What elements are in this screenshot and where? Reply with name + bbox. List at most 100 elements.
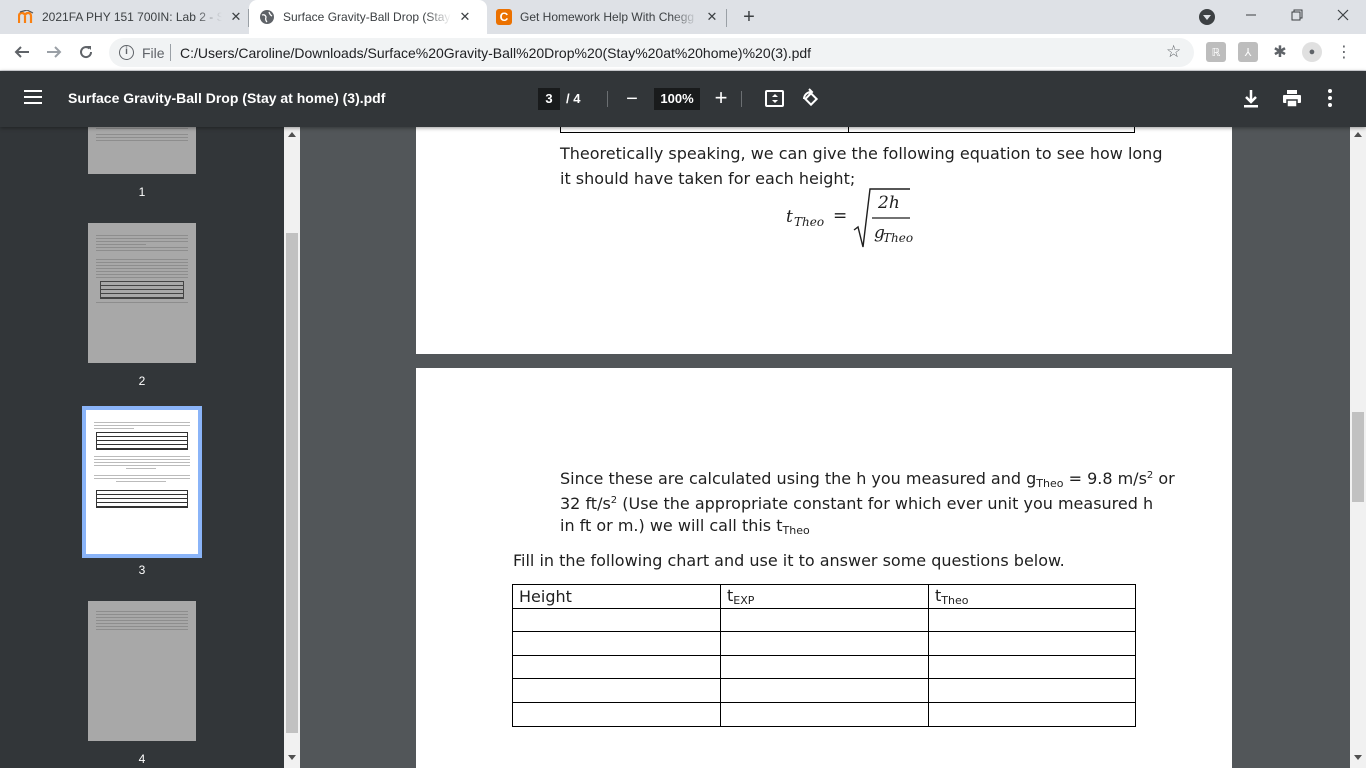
page4-paragraph-line: 32 ft/s2 (Use the appropriate constant f…	[560, 488, 1153, 516]
extension-r-icon[interactable]: ℝ	[1206, 42, 1226, 62]
new-tab-button[interactable]: +	[738, 6, 760, 28]
tab-search-icon[interactable]	[1199, 9, 1215, 25]
table-cell	[928, 701, 1136, 727]
text-run: or	[1153, 469, 1175, 488]
pdf-page-4: Since these are calculated using the h y…	[416, 368, 1232, 768]
thumbnail-number: 1	[138, 185, 146, 199]
equation-lhs-subscript: Theo	[794, 215, 825, 229]
globe-icon	[259, 9, 275, 25]
header-height: Height	[512, 584, 721, 609]
document-title: Surface Gravity-Ball Drop (Stay at home)…	[68, 90, 386, 106]
tab-title: Surface Gravity-Ball Drop (Stay at	[283, 10, 451, 24]
sidebar-menu-icon[interactable]	[24, 90, 42, 106]
rotate-counterclockwise-icon[interactable]	[800, 88, 822, 110]
table-cell	[928, 678, 1136, 703]
tab-chegg[interactable]: C Get Homework Help With Chegg ✕	[496, 0, 724, 34]
thumbnail-number: 2	[138, 374, 146, 388]
thumbnail-sidebar: 1 2 3 4	[0, 127, 284, 768]
equation-numerator: 2h	[878, 193, 900, 213]
scrollbar-thumb[interactable]	[286, 233, 298, 733]
divider	[607, 91, 608, 107]
pdf-page-3: Theoretically speaking, we can give the …	[416, 127, 1232, 354]
tab-moodle-lab[interactable]: 2021FA PHY 151 700IN: Lab 2 - S ✕	[18, 0, 248, 34]
print-icon[interactable]	[1282, 89, 1302, 109]
minimize-icon[interactable]	[1228, 0, 1274, 30]
table-row	[512, 701, 1136, 727]
text-run: (Use the appropriate constant for which …	[617, 494, 1154, 513]
close-tab-icon[interactable]: ✕	[704, 9, 720, 25]
more-actions-icon[interactable]	[1328, 89, 1334, 107]
thumbnail-page-3-selected[interactable]	[82, 406, 202, 558]
table-cell	[720, 654, 929, 680]
text-run: Since these are calculated using the h y…	[560, 469, 1037, 488]
tab-separator	[726, 9, 727, 27]
close-tab-icon[interactable]: ✕	[457, 9, 473, 25]
close-tab-icon[interactable]: ✕	[228, 9, 244, 25]
header-text: Height	[519, 586, 572, 606]
chrome-menu-icon[interactable]: ⋮	[1334, 42, 1354, 62]
table-cell	[720, 607, 929, 633]
sidebar-scrollbar[interactable]	[284, 127, 300, 768]
scroll-down-arrow-icon[interactable]	[1354, 755, 1362, 760]
document-viewport: Theoretically speaking, we can give the …	[300, 127, 1350, 768]
table-cell	[720, 701, 929, 727]
thumbnail-page-1[interactable]	[88, 127, 196, 174]
zoom-out-button[interactable]: −	[622, 87, 642, 111]
page3-paragraph-line: Theoretically speaking, we can give the …	[560, 144, 1163, 163]
previous-table-bottom	[560, 127, 1135, 133]
scroll-up-arrow-icon[interactable]	[288, 132, 296, 137]
fit-to-page-icon[interactable]	[765, 90, 784, 107]
extensions-puzzle-icon[interactable]: ✱	[1270, 42, 1290, 62]
table-row	[512, 678, 1136, 703]
table-cell	[512, 631, 721, 656]
browser-toolbar: i File C:/Users/Caroline/Downloads/Surfa…	[0, 34, 1366, 71]
zoom-in-button[interactable]: +	[711, 86, 731, 110]
page-number-input[interactable]: 3	[538, 88, 560, 110]
zoom-level-input[interactable]: 100%	[654, 88, 700, 110]
bookmark-star-icon[interactable]: ☆	[1166, 42, 1181, 62]
page4-paragraph-line: in ft or m.) we will call this tTheo	[560, 513, 810, 543]
thumbnail-number: 3	[138, 563, 146, 577]
scroll-up-arrow-icon[interactable]	[1354, 132, 1362, 137]
tab-pdf-active[interactable]: Surface Gravity-Ball Drop (Stay at ✕	[249, 0, 487, 34]
forward-arrow-icon[interactable]	[42, 40, 66, 64]
subscript: Theo	[782, 524, 810, 537]
text-run: 32 ft/s	[560, 494, 611, 513]
table-row	[512, 607, 1136, 633]
header-t-exp: tEXP	[720, 584, 929, 609]
divider	[741, 91, 742, 107]
extension-pdf-icon[interactable]: ⅄	[1238, 42, 1258, 62]
file-scheme-label: File	[142, 45, 165, 61]
table-cell	[720, 631, 929, 656]
reload-icon[interactable]	[74, 40, 98, 64]
browser-window: 2021FA PHY 151 700IN: Lab 2 - S ✕ Surfac…	[0, 0, 1366, 768]
download-icon[interactable]	[1242, 89, 1260, 109]
info-icon[interactable]: i	[119, 45, 134, 60]
scroll-down-arrow-icon[interactable]	[288, 755, 296, 760]
equation-denominator-subscript: Theo	[883, 231, 914, 245]
theoretical-time-equation: t Theo = 2h g Theo	[786, 185, 916, 253]
table-cell	[720, 678, 929, 703]
thumbnail-page-2[interactable]	[88, 223, 196, 363]
header-subscript: Theo	[941, 593, 969, 607]
table-row	[512, 631, 1136, 656]
back-arrow-icon[interactable]	[10, 40, 34, 64]
document-scrollbar[interactable]	[1350, 127, 1366, 768]
equation-lhs: t	[786, 207, 793, 227]
scrollbar-thumb[interactable]	[1352, 412, 1364, 502]
close-window-icon[interactable]	[1320, 0, 1366, 30]
profile-avatar-icon[interactable]: ●	[1302, 42, 1322, 62]
tab-title: 2021FA PHY 151 700IN: Lab 2 - S	[42, 10, 222, 24]
table-header-row: Height tEXP tTheo	[512, 584, 1136, 609]
table-cell	[928, 654, 1136, 680]
restore-icon[interactable]	[1274, 0, 1320, 30]
address-bar[interactable]: i File C:/Users/Caroline/Downloads/Surfa…	[109, 38, 1194, 67]
header-t-theo: tTheo	[928, 584, 1136, 609]
thumbnail-page-4[interactable]	[88, 601, 196, 741]
table-cell	[512, 654, 721, 680]
page-total: / 4	[566, 91, 581, 106]
url-text[interactable]: C:/Users/Caroline/Downloads/Surface%20Gr…	[180, 45, 811, 61]
pdf-viewer-toolbar: Surface Gravity-Ball Drop (Stay at home)…	[0, 71, 1366, 127]
table-cell	[512, 607, 721, 633]
thumbnail-number: 4	[138, 752, 146, 766]
